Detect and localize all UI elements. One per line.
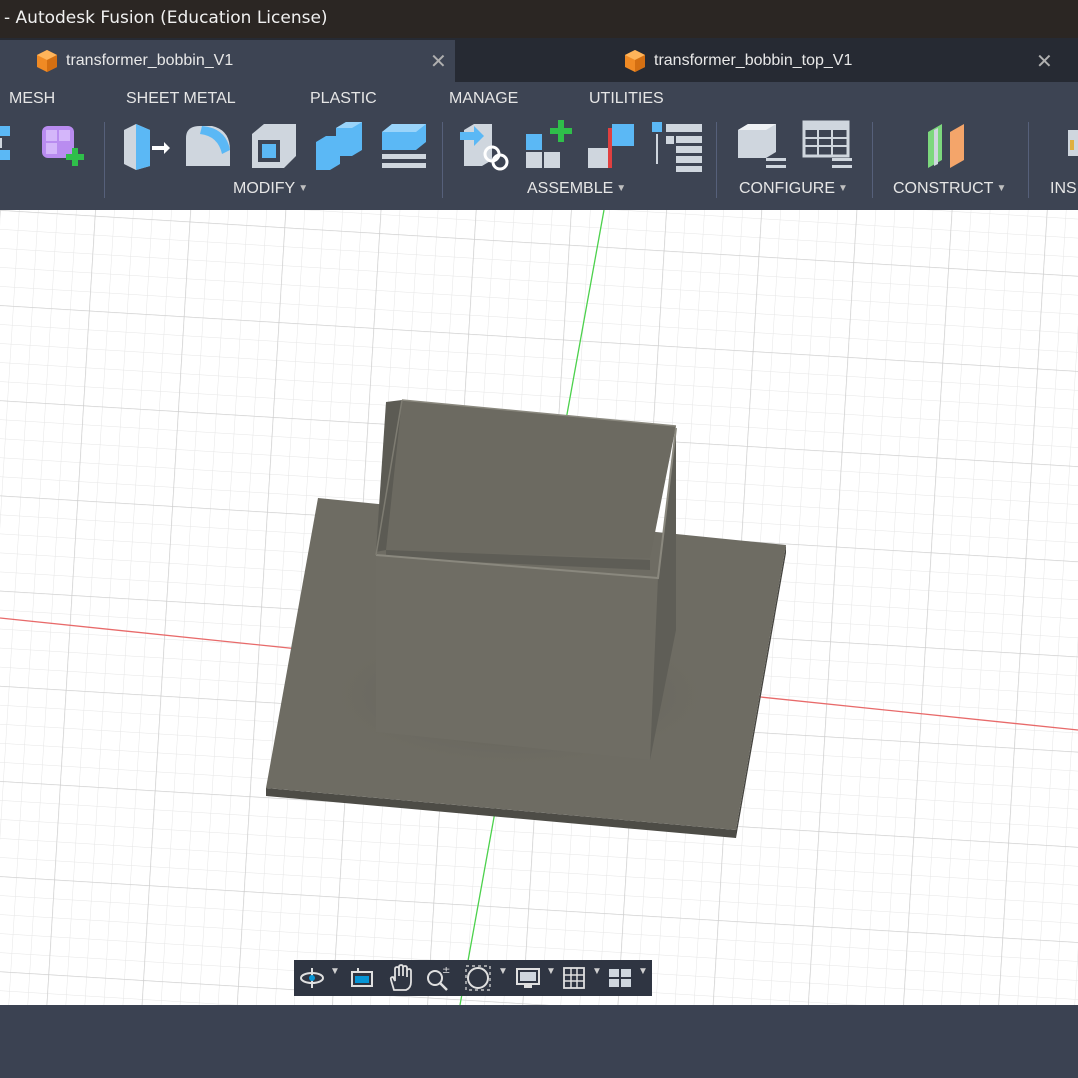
configure-parameters-icon[interactable] [736, 120, 788, 172]
pan-icon[interactable] [386, 964, 414, 992]
tab-plastic[interactable]: PLASTIC [310, 90, 377, 108]
svg-text:±: ± [442, 965, 450, 976]
chevron-down-icon: ▼ [298, 183, 309, 194]
construct-menu[interactable]: CONSTRUCT ▼ [893, 180, 1006, 198]
chevron-down-icon[interactable]: ▼ [330, 966, 340, 977]
chevron-down-icon[interactable]: ▼ [592, 966, 602, 977]
offset-plane-icon[interactable] [924, 120, 976, 172]
orbit-icon[interactable] [298, 964, 326, 992]
configure-label: CONFIGURE [739, 180, 835, 197]
insert-menu[interactable]: INS [1050, 180, 1077, 198]
insert-label: INS [1050, 180, 1077, 197]
chevron-down-icon[interactable]: ▼ [638, 966, 648, 977]
document-tab-transformer-bobbin[interactable]: transformer_bobbin_V1 ✕ [0, 40, 455, 82]
combine-icon[interactable] [314, 120, 366, 172]
ribbon-divider [716, 122, 717, 198]
document-tab-label: transformer_bobbin_top_V1 [654, 52, 853, 69]
ribbon-divider [1028, 122, 1029, 198]
component-cube-icon [37, 50, 57, 72]
canvas-viewport[interactable] [0, 210, 1078, 1005]
joint-link-icon[interactable] [458, 120, 510, 172]
assemble-label: ASSEMBLE [527, 180, 614, 197]
configure-table-icon[interactable] [802, 120, 854, 172]
ribbon-divider [442, 122, 443, 198]
zoom-icon[interactable]: ± [424, 964, 452, 992]
ribbon-toolbar: MESH SHEET METAL PLASTIC MANAGE UTILITIE… [0, 82, 1078, 210]
design-canvas[interactable] [0, 210, 1078, 1005]
bill-of-materials-icon[interactable] [652, 120, 704, 172]
rigid-group-icon[interactable] [588, 120, 640, 172]
ribbon-divider [104, 122, 105, 198]
tab-mesh[interactable]: MESH [9, 90, 55, 108]
chevron-down-icon[interactable]: ▼ [546, 966, 556, 977]
document-tab-bar: transformer_bobbin_V1 ✕ transformer_bobb… [0, 38, 1078, 82]
look-at-icon[interactable] [348, 964, 376, 992]
close-tab-icon[interactable]: ✕ [430, 49, 447, 74]
tab-sheet-metal[interactable]: SHEET METAL [126, 90, 236, 108]
chevron-down-icon: ▼ [616, 183, 627, 194]
tab-manage[interactable]: MANAGE [449, 90, 518, 108]
insert-icon[interactable] [1062, 120, 1078, 172]
display-settings-icon[interactable] [514, 964, 542, 992]
fillet-icon[interactable] [182, 120, 234, 172]
configure-menu[interactable]: CONFIGURE ▼ [739, 180, 848, 198]
assemble-menu[interactable]: ASSEMBLE ▼ [527, 180, 626, 198]
document-tab-transformer-bobbin-top[interactable]: transformer_bobbin_top_V1 ✕ [458, 40, 1078, 82]
shell-icon[interactable] [248, 120, 300, 172]
component-cube-icon [625, 50, 645, 72]
press-pull-icon[interactable] [118, 120, 170, 172]
tab-utilities[interactable]: UTILITIES [589, 90, 664, 108]
chevron-down-icon: ▼ [996, 183, 1007, 194]
status-bar [0, 1005, 1078, 1078]
title-bar: - Autodesk Fusion (Education License) [0, 0, 1078, 38]
document-tab-label: transformer_bobbin_V1 [66, 52, 234, 69]
chevron-down-icon: ▼ [838, 183, 848, 194]
fit-icon[interactable] [464, 964, 492, 992]
new-component-plus-icon[interactable] [522, 120, 574, 172]
modify-menu[interactable]: MODIFY ▼ [233, 180, 308, 198]
close-tab-icon[interactable]: ✕ [1036, 49, 1053, 74]
new-component-icon[interactable] [38, 120, 90, 172]
ribbon-divider [872, 122, 873, 198]
navigation-bar: ▼ ± ▼ ▼ ▼ ▼ [294, 960, 652, 996]
grid-icon[interactable] [560, 964, 588, 992]
modify-label: MODIFY [233, 180, 296, 197]
chevron-down-icon[interactable]: ▼ [498, 966, 508, 977]
construct-label: CONSTRUCT [893, 180, 994, 197]
offset-face-icon[interactable] [378, 120, 430, 172]
viewports-icon[interactable] [606, 964, 634, 992]
window-title: - Autodesk Fusion (Education License) [4, 8, 328, 28]
